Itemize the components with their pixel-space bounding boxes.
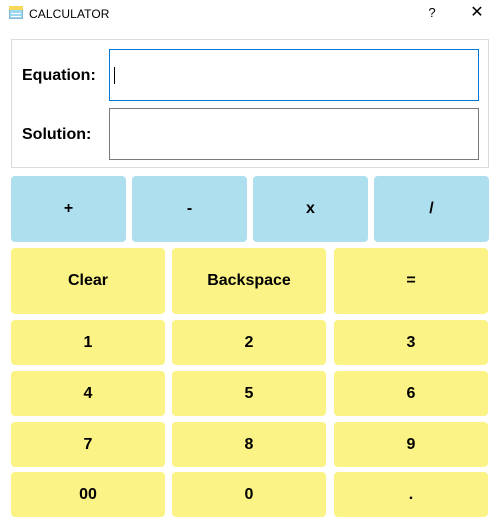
text-caret: [114, 67, 115, 84]
help-button[interactable]: ?: [422, 4, 442, 22]
solution-label: Solution:: [22, 126, 92, 143]
decimal-point-button[interactable]: .: [334, 472, 488, 517]
equals-button[interactable]: =: [334, 248, 488, 314]
calculator-window: CALCULATOR ? ✕ Equation: Solution: + - x…: [0, 0, 498, 524]
title-bar: CALCULATOR ? ✕: [0, 0, 498, 28]
digit-5-button[interactable]: 5: [172, 371, 326, 416]
digit-9-button[interactable]: 9: [334, 422, 488, 467]
digit-8-button[interactable]: 8: [172, 422, 326, 467]
equation-field[interactable]: [109, 49, 479, 101]
solution-field[interactable]: [109, 108, 479, 160]
divide-button[interactable]: /: [374, 176, 489, 242]
subtract-button[interactable]: -: [132, 176, 247, 242]
digit-1-button[interactable]: 1: [11, 320, 165, 365]
double-zero-button[interactable]: 00: [11, 472, 165, 517]
digit-6-button[interactable]: 6: [334, 371, 488, 416]
window-title: CALCULATOR: [29, 7, 110, 21]
input-panel: Equation: Solution:: [11, 39, 489, 168]
digit-2-button[interactable]: 2: [172, 320, 326, 365]
close-button[interactable]: ✕: [464, 3, 490, 23]
multiply-button[interactable]: x: [253, 176, 368, 242]
clear-button[interactable]: Clear: [11, 248, 165, 314]
calculator-app-icon: [9, 6, 23, 19]
digit-4-button[interactable]: 4: [11, 371, 165, 416]
add-button[interactable]: +: [11, 176, 126, 242]
backspace-button[interactable]: Backspace: [172, 248, 326, 314]
digit-0-button[interactable]: 0: [172, 472, 326, 517]
digit-3-button[interactable]: 3: [334, 320, 488, 365]
digit-7-button[interactable]: 7: [11, 422, 165, 467]
equation-label: Equation:: [22, 67, 96, 84]
